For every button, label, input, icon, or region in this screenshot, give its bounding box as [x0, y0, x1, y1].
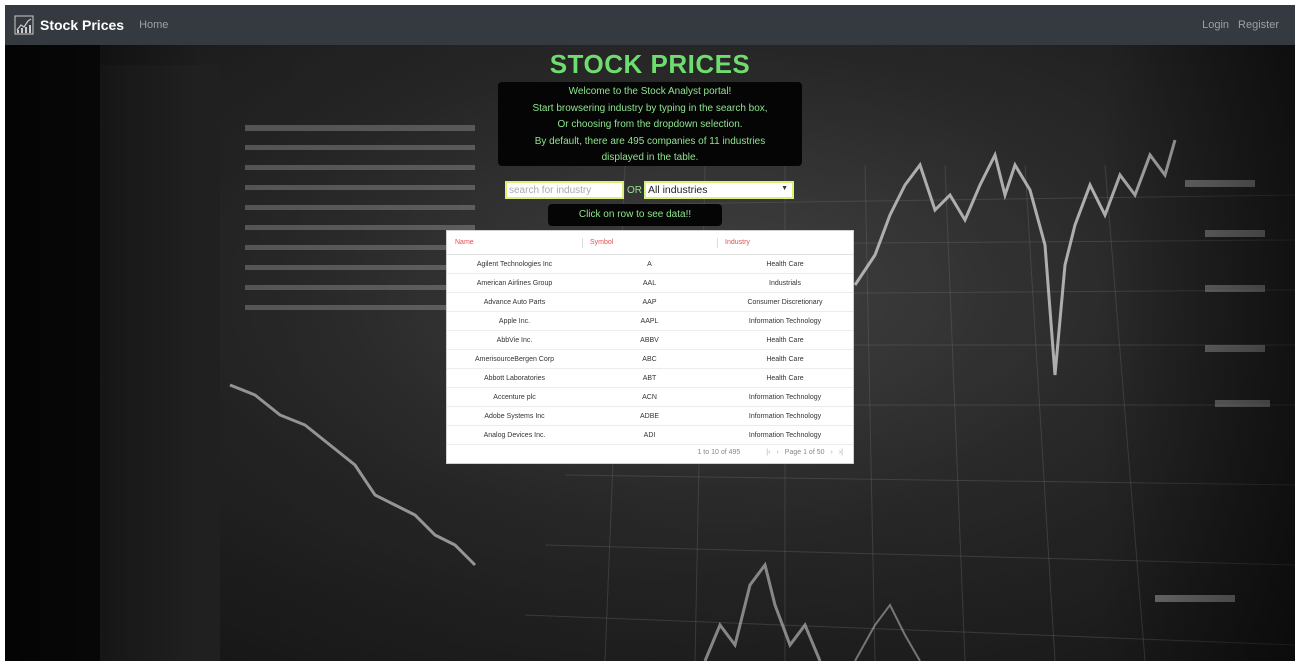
table-row[interactable]: Accenture plc ACN Information Technology [447, 388, 853, 407]
column-header-name[interactable]: Name [447, 231, 582, 255]
page-title: STOCK PRICES [549, 49, 751, 79]
cell-symbol: AAP [642, 298, 657, 306]
welcome-line: displayed in the table. [601, 152, 699, 163]
next-page-icon[interactable]: › [831, 449, 833, 456]
industry-select[interactable]: All industries ▼ [644, 181, 794, 199]
stock-chart-logo-icon [14, 15, 34, 35]
search-row: OR All industries ▼ [505, 181, 794, 199]
welcome-line: Start browsering industry by typing in t… [532, 102, 768, 114]
cell-symbol: ABC [642, 355, 657, 363]
cell-name: Adobe Systems Inc [484, 412, 545, 420]
industry-search-input[interactable] [505, 181, 624, 199]
cell-industry: Industrials [769, 279, 801, 287]
cell-name: Analog Devices Inc. [483, 431, 546, 439]
welcome-message: Welcome to the Stock Analyst portal! Sta… [498, 82, 802, 166]
cell-symbol: ADBE [639, 412, 660, 420]
cell-symbol: ADI [643, 431, 656, 439]
table-row[interactable]: American Airlines Group AAL Industrials [447, 274, 853, 293]
table-row[interactable]: AbbVie Inc. ABBV Health Care [447, 331, 853, 350]
cell-name: Advance Auto Parts [483, 298, 546, 306]
companies-table: Name Symbol Industry Agilent Technologie… [446, 230, 854, 464]
table-header: Name Symbol Industry [447, 231, 853, 255]
last-page-icon[interactable]: ›| [839, 449, 843, 456]
page-indicator: Page 1 of 50 [784, 448, 825, 456]
cell-industry: Health Care [766, 336, 804, 344]
cell-industry: Consumer Discretionary [747, 298, 823, 306]
cell-industry: Health Care [766, 355, 804, 363]
cell-industry: Information Technology [748, 317, 822, 325]
cell-name: Abbott Laboratories [483, 374, 546, 382]
dropdown-caret-icon: ▼ [781, 185, 788, 192]
cell-name: AbbVie Inc. [496, 336, 533, 344]
nav-home-link[interactable]: Home [139, 19, 168, 31]
cell-symbol: ABBV [640, 336, 659, 344]
row-range-label: 1 to 10 of 495 [697, 448, 741, 456]
cell-industry: Information Technology [748, 393, 822, 401]
cell-symbol: AAPL [640, 317, 659, 325]
brand-link[interactable]: Stock Prices [14, 15, 124, 35]
table-row[interactable]: Apple Inc. AAPL Information Technology [447, 312, 853, 331]
cell-name: Apple Inc. [498, 317, 531, 325]
cell-symbol: A [647, 260, 652, 268]
cell-name: Agilent Technologies Inc [476, 260, 553, 268]
login-link[interactable]: Login [1202, 19, 1229, 31]
cell-symbol: AAL [642, 279, 657, 287]
welcome-line: Or choosing from the dropdown selection. [557, 119, 743, 130]
cell-name: American Airlines Group [476, 279, 553, 287]
table-row[interactable]: Agilent Technologies Inc A Health Care [447, 255, 853, 274]
table-row[interactable]: AmerisourceBergen Corp ABC Health Care [447, 350, 853, 369]
column-header-symbol[interactable]: Symbol [582, 231, 717, 255]
or-label: OR [627, 184, 642, 196]
cell-name: Accenture plc [493, 393, 536, 401]
cell-industry: Information Technology [748, 412, 822, 420]
table-row[interactable]: Advance Auto Parts AAP Consumer Discreti… [447, 293, 853, 312]
first-page-icon[interactable]: |‹ [766, 449, 770, 456]
row-click-hint: Click on row to see data!! [548, 204, 722, 226]
welcome-line: By default, there are 495 companies of 1… [534, 135, 766, 147]
table-row[interactable]: Abbott Laboratories ABT Health Care [447, 369, 853, 388]
register-link[interactable]: Register [1238, 19, 1279, 31]
cell-industry: Health Care [766, 260, 804, 268]
cell-symbol: ABT [642, 374, 657, 382]
nav-auth-links: Login Register [1193, 19, 1279, 31]
app-frame: Stock Prices Home Login Register STOCK P… [5, 5, 1295, 661]
industry-select-value: All industries [648, 184, 708, 196]
cell-industry: Information Technology [748, 431, 822, 439]
table-row[interactable]: Adobe Systems Inc ADBE Information Techn… [447, 407, 853, 426]
prev-page-icon[interactable]: ‹ [776, 449, 778, 456]
pager-controls: |‹ ‹ Page 1 of 50 › ›| [760, 449, 843, 456]
table-pagination: 1 to 10 of 495 |‹ ‹ Page 1 of 50 › ›| [447, 441, 853, 463]
cell-symbol: ACN [642, 393, 657, 401]
welcome-line: Welcome to the Stock Analyst portal! [568, 86, 732, 97]
column-header-industry[interactable]: Industry [717, 231, 853, 255]
cell-name: AmerisourceBergen Corp [475, 355, 554, 363]
top-navbar: Stock Prices Home Login Register [5, 5, 1295, 45]
cell-industry: Health Care [766, 374, 804, 382]
brand-title: Stock Prices [40, 17, 125, 33]
